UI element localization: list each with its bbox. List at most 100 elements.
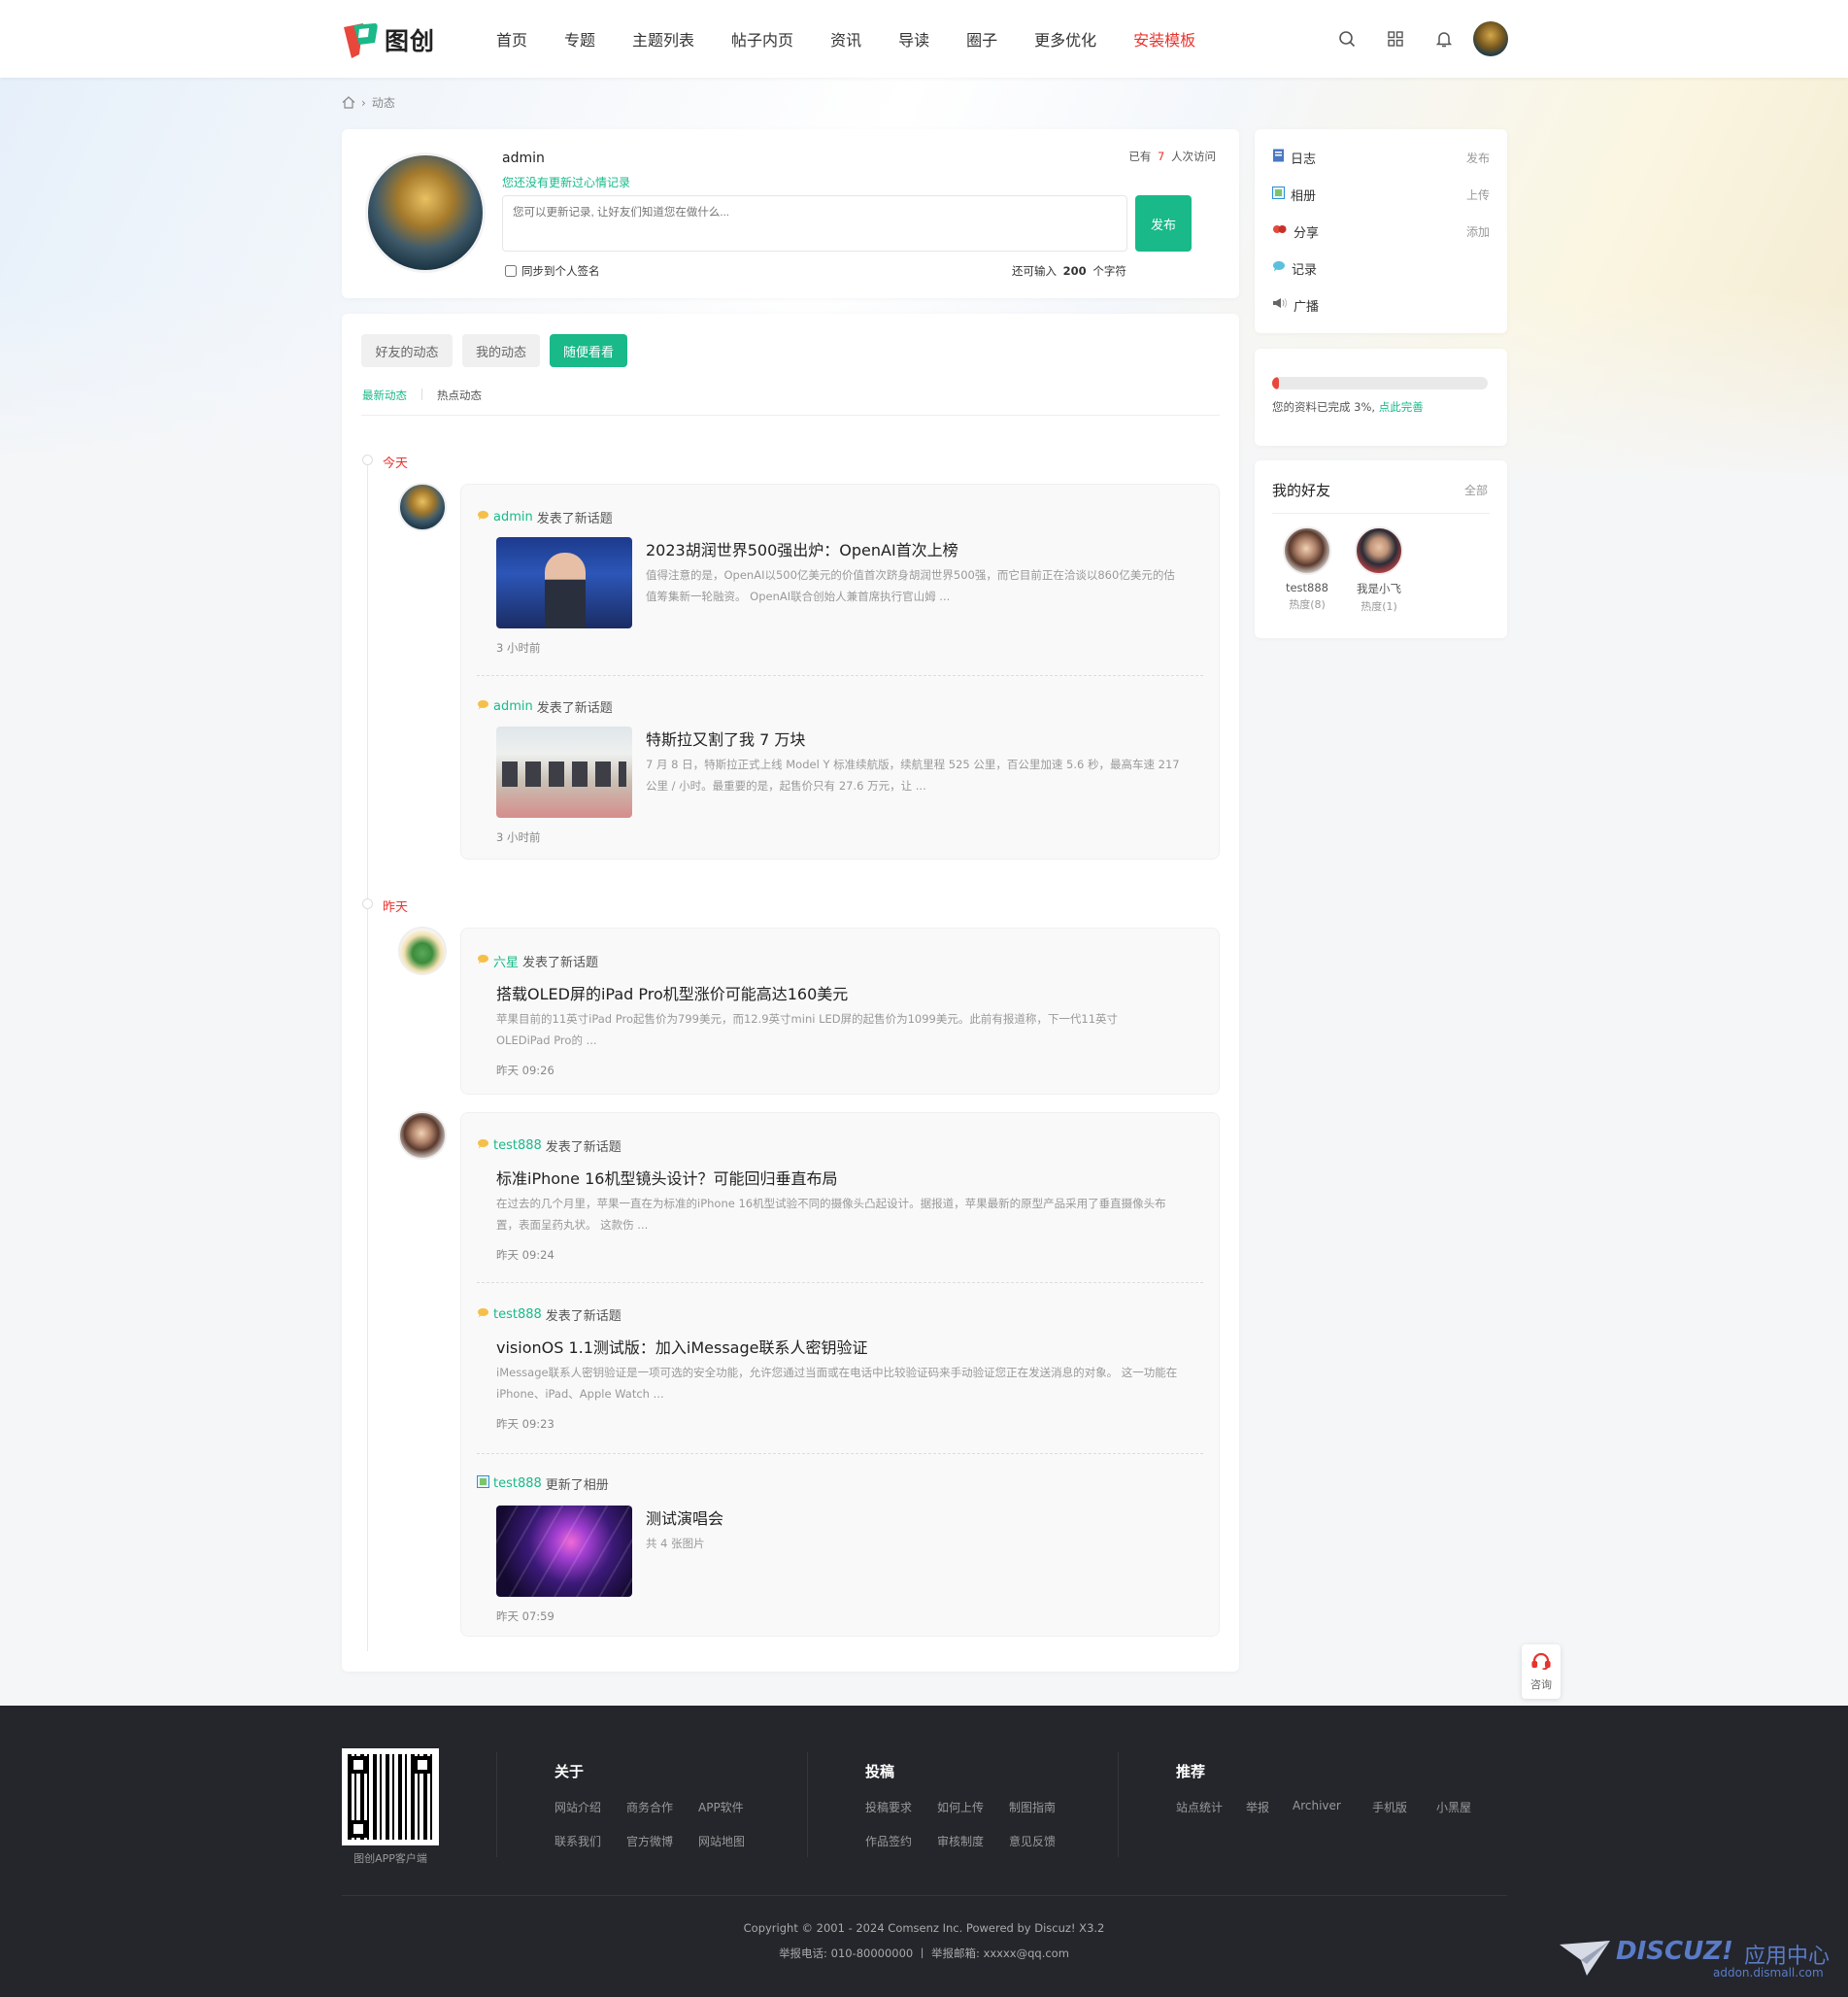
friend-avatar[interactable]: [1283, 526, 1331, 575]
feed-entry-title[interactable]: 搭载OLED屏的iPad Pro机型涨价可能高达160美元: [496, 981, 848, 1004]
tab-my-feed[interactable]: 我的动态: [462, 334, 540, 367]
thumbnail-stage-lights: [496, 1506, 632, 1597]
timeline-label-today: 今天: [383, 457, 409, 471]
feed-entry-thumbnail[interactable]: [496, 537, 632, 628]
footer-link[interactable]: 商务合作: [626, 1799, 698, 1815]
feed-avatar-test888[interactable]: [398, 1111, 447, 1160]
sidebar-item-share[interactable]: 分享 添加: [1272, 217, 1490, 246]
nav-thread-page[interactable]: 帖子内页: [731, 27, 793, 51]
footer-link[interactable]: 网站介绍: [554, 1799, 626, 1815]
feed-entry-title[interactable]: 标准iPhone 16机型镜头设计？可能回归垂直布局: [496, 1166, 837, 1189]
feed-entry-user[interactable]: test888: [493, 1138, 542, 1153]
nav-thread-list[interactable]: 主题列表: [632, 27, 694, 51]
feed-entry: admin 发表了新话题 特斯拉又割了我 7 万块 7 月 8 日，特斯拉正式上…: [461, 674, 1219, 861]
feed-entry-action: 发表了新话题: [522, 956, 599, 970]
footer-link[interactable]: 官方微博: [626, 1833, 698, 1849]
grid-icon[interactable]: [1376, 19, 1415, 58]
sidebar-item-album[interactable]: 相册 上传: [1272, 180, 1490, 209]
friend-name[interactable]: 我是小飞: [1352, 581, 1406, 596]
footer-link[interactable]: 制图指南: [1009, 1799, 1081, 1815]
nav-news[interactable]: 资讯: [830, 27, 861, 51]
friend-name[interactable]: test888: [1280, 581, 1334, 594]
status-input[interactable]: [502, 195, 1127, 252]
nav-more[interactable]: 更多优化: [1034, 27, 1096, 51]
feed-avatar-admin[interactable]: [398, 483, 447, 531]
tab-random-feed[interactable]: 随便看看: [550, 334, 627, 367]
footer-link[interactable]: 投稿要求: [865, 1799, 937, 1815]
friends-all-link[interactable]: 全部: [1464, 482, 1488, 498]
footer-link[interactable]: 审核制度: [937, 1833, 1009, 1849]
footer-link[interactable]: 意见反馈: [1009, 1833, 1081, 1849]
nav-guide[interactable]: 导读: [898, 27, 929, 51]
subtab-hot[interactable]: 热点动态: [437, 388, 482, 403]
feed-entry-action: 发表了新话题: [545, 1309, 622, 1324]
feed-entry-user[interactable]: 六星: [493, 952, 519, 970]
sync-signature[interactable]: 同步到个人签名: [505, 263, 600, 279]
footer-qrcode[interactable]: [342, 1748, 439, 1845]
feed-entry-header: test888 发表了新话题: [477, 1136, 622, 1155]
feed-entry: 六星 发表了新话题 搭载OLED屏的iPad Pro机型涨价可能高达160美元 …: [461, 929, 1219, 1096]
feed-entry-title[interactable]: 2023胡润世界500强出炉：OpenAI首次上榜: [646, 537, 958, 560]
footer-link[interactable]: 站点统计: [1176, 1799, 1246, 1815]
footer-link[interactable]: 如何上传: [937, 1799, 1009, 1815]
footer-divider: [496, 1752, 497, 1857]
feed-entry-summary: 苹果目前的11英寸iPad Pro起售价为799美元，而12.9英寸mini L…: [496, 1012, 1119, 1047]
nav-topics[interactable]: 专题: [564, 27, 595, 51]
feed-entry-title[interactable]: 特斯拉又割了我 7 万块: [646, 727, 805, 750]
footer-link[interactable]: 作品签约: [865, 1833, 937, 1849]
feed-entry-title[interactable]: visionOS 1.1测试版：加入iMessage联系人密钥验证: [496, 1335, 867, 1358]
feed-entry-header: admin 发表了新话题: [477, 508, 613, 526]
sidebar-item-action[interactable]: 上传: [1466, 186, 1490, 203]
sidebar-item-label: 分享: [1294, 225, 1320, 241]
footer-link[interactable]: Archiver: [1293, 1799, 1372, 1815]
feed-avatar-liuxing[interactable]: [398, 927, 447, 975]
footer-link[interactable]: 网站地图: [698, 1833, 770, 1849]
feed-entry: test888 更新了相册 测试演唱会 共 4 张图片 昨天 07:59: [461, 1453, 1219, 1638]
feed-entry-user[interactable]: test888: [493, 1307, 542, 1322]
nav-home[interactable]: 首页: [496, 27, 527, 51]
feed-entry-user[interactable]: admin: [493, 510, 533, 525]
feed-group-yesterday-2: test888 发表了新话题 标准iPhone 16机型镜头设计？可能回归垂直布…: [460, 1112, 1220, 1637]
sidebar-item-blog[interactable]: 日志 发布: [1272, 143, 1490, 172]
timeline-line: [367, 457, 368, 1651]
nav-install-template[interactable]: 安装模板: [1133, 27, 1195, 51]
timeline-dot-today: [362, 455, 373, 465]
publish-status-button[interactable]: 发布: [1135, 195, 1192, 252]
subtab-latest[interactable]: 最新动态: [362, 388, 407, 403]
profile-avatar[interactable]: [365, 152, 486, 273]
logo[interactable]: 图创: [342, 21, 435, 58]
complete-profile-link[interactable]: 点此完善: [1379, 400, 1424, 414]
feed-entry-user[interactable]: admin: [493, 699, 533, 714]
feed-entry-title[interactable]: 测试演唱会: [646, 1506, 723, 1529]
feed-entry-summary: iMessage联系人密钥验证是一项可选的安全功能，允许您通过当面或在电话中比较…: [496, 1366, 1178, 1401]
footer-link[interactable]: APP软件: [698, 1799, 770, 1815]
search-icon[interactable]: [1327, 19, 1366, 58]
feed-entry-time: 昨天 09:24: [496, 1248, 554, 1262]
friend-item[interactable]: 我是小飞 热度(1): [1352, 526, 1406, 614]
feed-entry-thumbnail[interactable]: [496, 727, 632, 818]
tab-friends-feed[interactable]: 好友的动态: [361, 334, 453, 367]
home-icon[interactable]: [342, 96, 355, 109]
progress-text-line: 您的资料已完成 3%, 点此完善: [1272, 399, 1424, 415]
consult-float-button[interactable]: 咨询: [1522, 1644, 1561, 1699]
sidebar-item-broadcast[interactable]: 广播: [1272, 290, 1490, 320]
friend-item[interactable]: test888 热度(8): [1280, 526, 1334, 612]
qrcode-pattern: [348, 1754, 433, 1840]
footer-link[interactable]: 联系我们: [554, 1833, 626, 1849]
nav-circle[interactable]: 圈子: [966, 27, 997, 51]
sidebar-item-action[interactable]: 添加: [1466, 223, 1490, 240]
footer-link[interactable]: 小黑屋: [1436, 1799, 1495, 1815]
footer-link[interactable]: 举报: [1246, 1799, 1293, 1815]
feed-entry-thumbnail[interactable]: [496, 1506, 632, 1597]
feed-entry-user[interactable]: test888: [493, 1476, 542, 1491]
profile-status: 您还没有更新过心情记录: [502, 176, 631, 189]
sidebar-item-record[interactable]: 记录: [1272, 254, 1490, 283]
friend-avatar[interactable]: [1355, 526, 1403, 575]
sidebar-item-action[interactable]: 发布: [1466, 150, 1490, 166]
profile-name[interactable]: admin: [502, 151, 545, 166]
bell-icon[interactable]: [1425, 19, 1463, 58]
sync-signature-checkbox[interactable]: [505, 265, 517, 277]
footer-col-recommend: 推荐 站点统计 举报 Archiver 手机版 小黑屋: [1176, 1761, 1495, 1868]
footer-link[interactable]: 手机版: [1372, 1799, 1436, 1815]
user-avatar[interactable]: [1473, 21, 1508, 56]
